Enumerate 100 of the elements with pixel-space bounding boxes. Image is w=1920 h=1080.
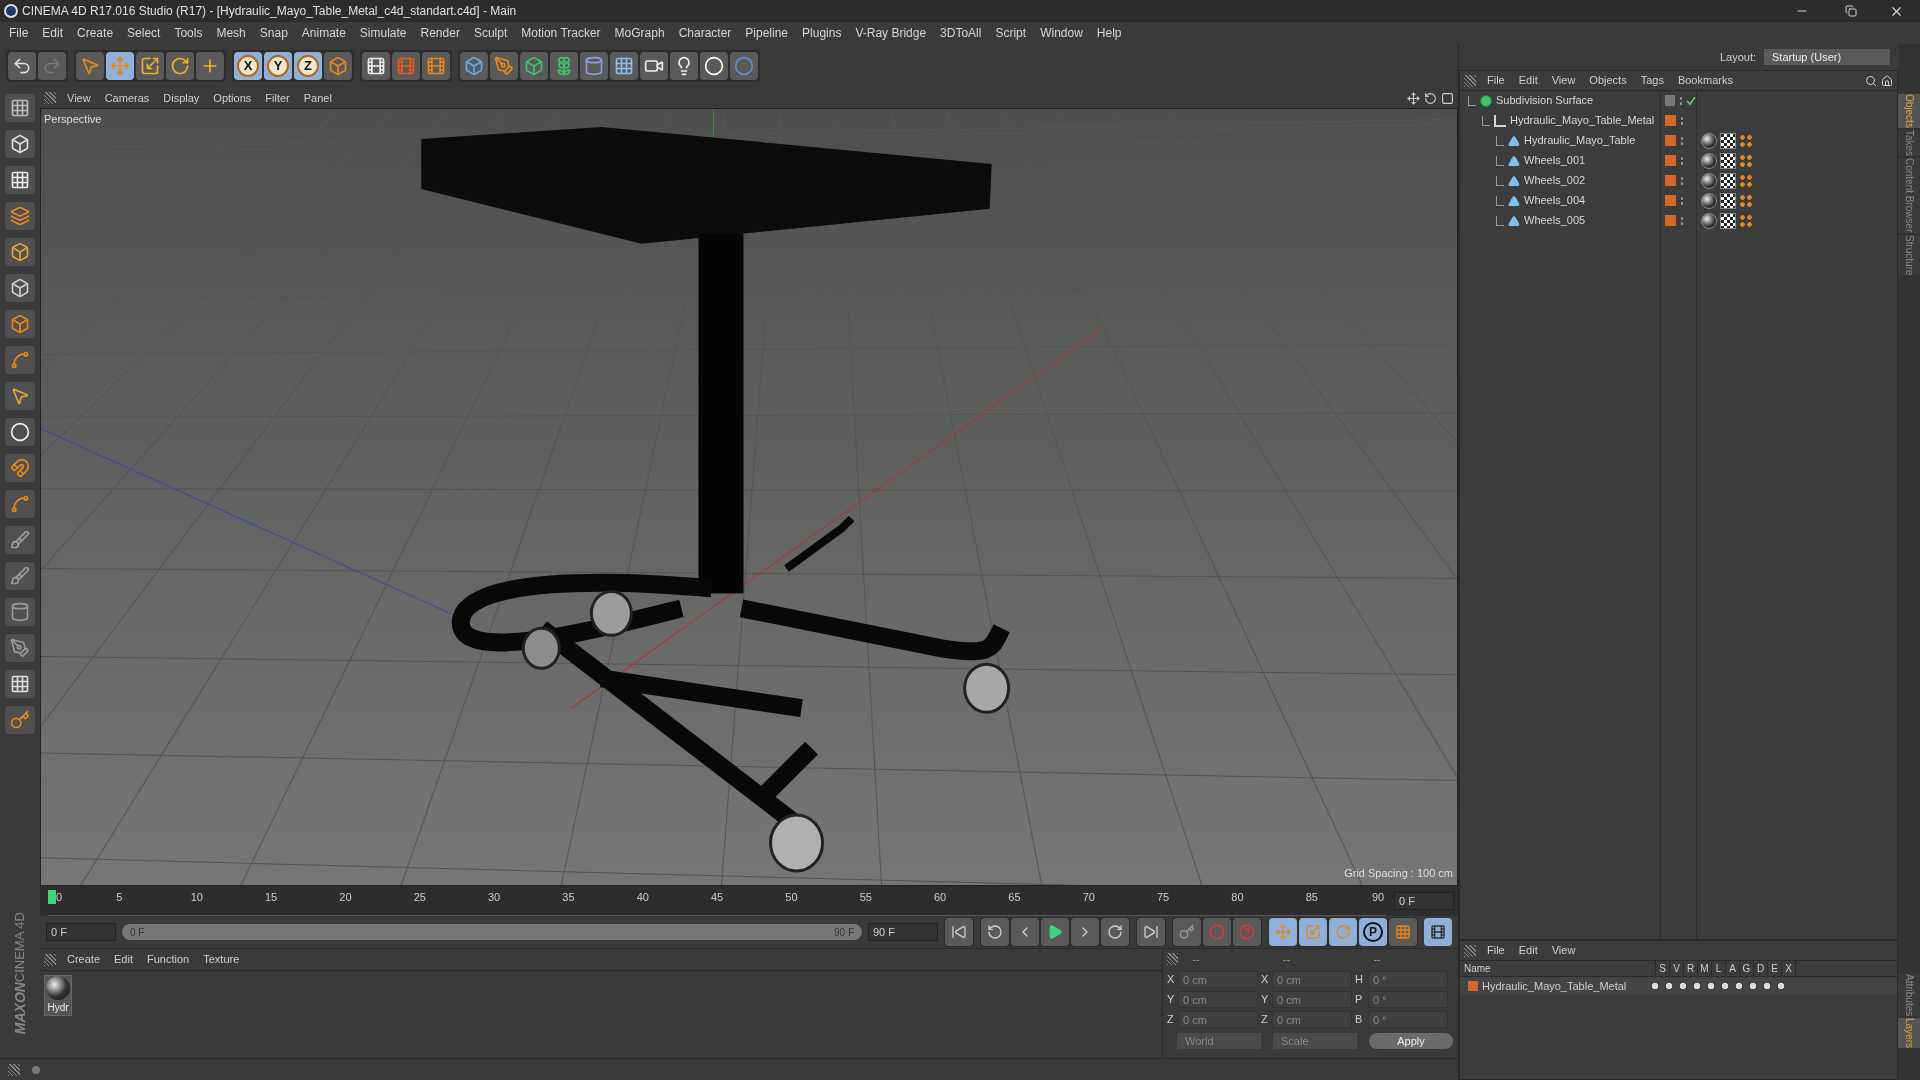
column-header[interactable]: M — [1698, 961, 1712, 976]
previous-frame-button[interactable] — [1011, 918, 1039, 946]
column-header[interactable]: V — [1670, 961, 1684, 976]
apply-button[interactable]: Apply — [1369, 1033, 1453, 1049]
key-points-button[interactable] — [1389, 918, 1417, 946]
layer-row[interactable]: Hydraulic_Mayo_Table_Metal — [1460, 977, 1897, 995]
column-header[interactable]: R — [1684, 961, 1698, 976]
plane-button[interactable] — [5, 202, 35, 230]
column-header[interactable]: G — [1740, 961, 1754, 976]
dots-tag-icon[interactable] — [1739, 193, 1753, 208]
next-key-button[interactable] — [1101, 918, 1129, 946]
cube-button[interactable] — [5, 130, 35, 158]
menu-item[interactable]: File — [1480, 942, 1512, 959]
menu-item[interactable]: Edit — [1511, 72, 1545, 89]
menu-item[interactable]: Plugins — [795, 24, 849, 42]
search-icon[interactable] — [1865, 74, 1877, 87]
array-button[interactable] — [550, 52, 578, 80]
checker-tag-icon[interactable] — [1720, 212, 1736, 229]
brush-button[interactable] — [5, 526, 35, 554]
select-button[interactable] — [76, 52, 104, 80]
visibility-dots-icon[interactable] — [1680, 135, 1684, 146]
next-frame-button[interactable] — [1071, 918, 1099, 946]
menu-item[interactable]: Snap — [252, 24, 295, 42]
column-header[interactable]: E — [1768, 961, 1782, 976]
pen-button[interactable] — [490, 52, 518, 80]
angle-button[interactable] — [5, 346, 35, 374]
checker-tag-icon[interactable] — [1720, 152, 1736, 169]
side-tab[interactable]: Objects — [1898, 94, 1920, 128]
floor-button[interactable] — [610, 52, 638, 80]
visibility-dots-icon[interactable] — [1680, 195, 1684, 206]
object-name[interactable]: Wheels_005 — [1524, 212, 1586, 229]
layout-icon[interactable] — [1441, 91, 1454, 105]
scale-button[interactable] — [136, 52, 164, 80]
column-header[interactable]: S — [1656, 961, 1670, 976]
check-icon[interactable] — [1686, 95, 1696, 106]
light-button[interactable] — [670, 52, 698, 80]
dots-tag-icon[interactable] — [1739, 173, 1753, 188]
brush-alt-button[interactable] — [5, 562, 35, 590]
menu-item[interactable]: Script — [988, 24, 1034, 42]
menu-item[interactable]: Edit — [35, 24, 71, 42]
menu-item[interactable]: Simulate — [352, 24, 414, 42]
material-tag-icon[interactable] — [1701, 132, 1717, 149]
cylinder-button[interactable] — [5, 598, 35, 626]
menu-item[interactable]: Edit — [1511, 942, 1545, 959]
object-name[interactable]: Wheels_001 — [1524, 152, 1586, 169]
previous-key-button[interactable] — [981, 918, 1009, 946]
current-frame-field[interactable]: 0 F — [1394, 892, 1454, 910]
object-name[interactable]: Hydraulic_Mayo_Table — [1524, 132, 1636, 149]
menu-item[interactable]: Create — [60, 951, 108, 968]
rotate-button[interactable] — [166, 52, 194, 80]
render-view-button[interactable] — [362, 52, 390, 80]
menu-item[interactable]: V-Ray Bridge — [848, 24, 934, 42]
menu-item[interactable]: View — [1544, 942, 1583, 959]
undo-button[interactable] — [8, 52, 36, 80]
go-to-start-button[interactable] — [945, 918, 973, 946]
material-swatch[interactable]: Hydr — [44, 975, 72, 1016]
object-name[interactable]: Hydraulic_Mayo_Table_Metal — [1510, 112, 1655, 129]
pen-button[interactable] — [5, 634, 35, 662]
column-header[interactable]: L — [1712, 961, 1726, 976]
home-icon[interactable] — [1881, 74, 1893, 87]
viewport[interactable]: Perspective Grid Spacing : 100 cm — [40, 108, 1458, 886]
material-tag-icon[interactable] — [1701, 212, 1717, 229]
checker-button[interactable] — [5, 166, 35, 194]
box-solid-button[interactable] — [5, 310, 35, 338]
dots-tag-icon[interactable] — [1739, 213, 1753, 228]
transform-button[interactable] — [196, 52, 224, 80]
menu-item[interactable]: File — [1480, 72, 1512, 89]
side-tab[interactable]: Layers — [1898, 1018, 1920, 1048]
cube-button[interactable] — [460, 52, 488, 80]
menu-item[interactable]: Function — [140, 951, 197, 968]
menu-item[interactable]: Objects — [1582, 72, 1634, 89]
go-to-end-button[interactable] — [1137, 918, 1165, 946]
menu-item[interactable]: Animate — [294, 24, 353, 42]
camera-button[interactable] — [640, 52, 668, 80]
grid-button[interactable] — [5, 670, 35, 698]
column-header[interactable]: A — [1726, 961, 1740, 976]
orbit-icon[interactable] — [1424, 91, 1437, 105]
box-outline-button[interactable] — [5, 274, 35, 302]
menu-item[interactable]: Options — [206, 89, 259, 107]
material-tag-icon[interactable] — [1701, 172, 1717, 189]
checker-tag-icon[interactable] — [1720, 172, 1736, 189]
key-parameter-button[interactable]: P — [1359, 918, 1387, 946]
plugin-button[interactable] — [700, 52, 728, 80]
deformer-button[interactable] — [580, 52, 608, 80]
box-button[interactable] — [5, 238, 35, 266]
column-header[interactable]: Name — [1460, 961, 1656, 976]
menu-item[interactable]: Bookmarks — [1670, 72, 1740, 89]
snap-button[interactable] — [5, 418, 35, 446]
menu-item[interactable]: Render — [413, 24, 467, 42]
menu-item[interactable]: Tools — [167, 24, 210, 42]
menu-item[interactable]: Cameras — [97, 89, 157, 107]
coordinate-system-button[interactable] — [324, 52, 352, 80]
axis-lock-button[interactable]: Z — [294, 52, 322, 80]
visibility-dots-icon[interactable] — [1680, 175, 1684, 186]
magnet-button[interactable] — [5, 454, 35, 482]
menu-item[interactable]: Select — [120, 24, 168, 42]
menu-item[interactable]: Edit — [107, 951, 140, 968]
subdivision-button[interactable] — [520, 52, 548, 80]
dots-tag-icon[interactable] — [1739, 133, 1753, 148]
object-name[interactable]: Wheels_002 — [1524, 172, 1586, 189]
